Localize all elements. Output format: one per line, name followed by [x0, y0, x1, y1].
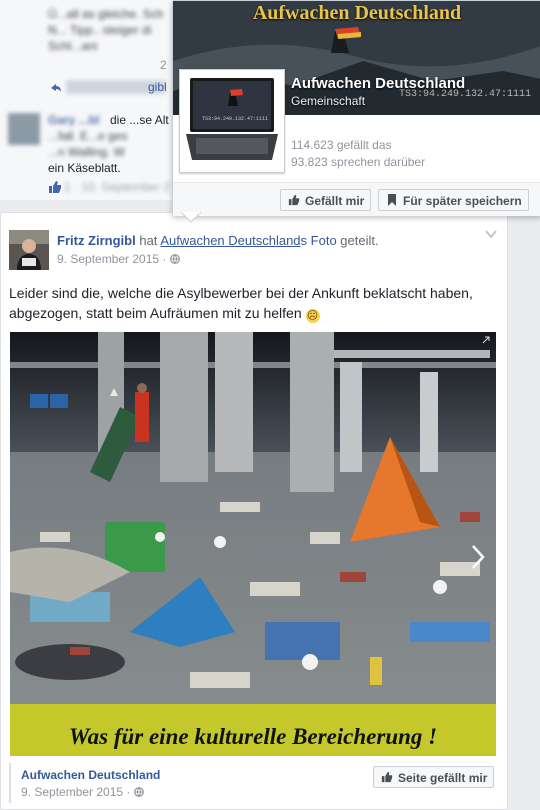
fragment-meta: 2 [160, 58, 167, 72]
thumbs-up-icon [49, 181, 61, 193]
chevron-down-icon[interactable] [485, 229, 497, 239]
post-text: abgezogen, statt beim Aufräumen mit zu h… [9, 305, 302, 321]
post-date[interactable]: 9. September 2015 · [57, 252, 180, 266]
page-profile-picture[interactable]: TS3:94.249.132.47:1111 [179, 69, 285, 173]
post-text-line-2: abgezogen, statt beim Aufräumen mit zu h… [9, 303, 499, 323]
author-name[interactable]: Fritz Zirngibl [57, 233, 136, 248]
reply-arrow-icon [51, 84, 61, 92]
talking-count: 93.823 sprechen darüber [291, 155, 426, 169]
fragment-text-line: Schl...ani [48, 39, 98, 53]
post-body: Leider sind die, welche die Asylbewerber… [9, 283, 499, 323]
thumbs-up-icon [381, 771, 393, 783]
shared-page-name[interactable]: Aufwachen Deutschland [21, 768, 160, 782]
station-scene-image [10, 332, 496, 756]
expand-icon[interactable] [482, 336, 490, 344]
author-avatar[interactable] [9, 230, 49, 270]
globe-icon [169, 254, 180, 264]
comment-text-line: ...n Walling. W [48, 145, 125, 159]
photo-link[interactable]: Foto [311, 233, 337, 248]
post-text-line: Leider sind die, welche die Asylbewerber… [9, 285, 473, 301]
post-photo[interactable]: Was für eine kulturelle Bereicherung ! [10, 332, 496, 756]
page-like-label: Seite gefällt mir [398, 771, 488, 785]
like-page-button[interactable]: Gefällt mir [280, 189, 372, 211]
author-photo [9, 230, 49, 270]
save-for-later-button[interactable]: Für später speichern [378, 189, 529, 211]
thumbs-up-icon [288, 194, 300, 206]
post-header: Fritz Zirngibl hat Aufwachen Deutschland… [57, 233, 379, 248]
page-hover-card: Aufwachen Deutschland TS3:94.249.132.47:… [172, 0, 540, 216]
page-like-button[interactable]: Seite gefällt mir [373, 766, 495, 788]
sad-emoji-icon: ☹ [305, 309, 320, 323]
post-date-text: 9. September 2015 · [57, 252, 167, 266]
hover-page-name[interactable]: Aufwachen Deutschland [291, 75, 465, 92]
header-verb: hat [139, 233, 158, 248]
comment-text-line: ...fall. E...e ges [48, 129, 128, 143]
likes-count: 114.623 gefällt das [291, 138, 392, 152]
comment-avatar[interactable] [8, 113, 40, 145]
globe-icon [133, 787, 144, 797]
shared-date[interactable]: 9. September 2015 · [21, 785, 144, 799]
photo-caption: Was für eine kulturelle Bereicherung ! [68, 724, 438, 749]
hover-page-category: Gemeinschaft [291, 94, 366, 108]
shared-divider [9, 763, 11, 803]
next-arrow-icon[interactable] [470, 544, 486, 570]
comment-text-line: ein Käseblatt. [48, 161, 121, 175]
hover-action-bar: Gefällt mir Für später speichern [173, 182, 540, 216]
cover-title: Aufwachen Deutschland [252, 2, 462, 24]
shared-date-text: 9. September 2015 · [21, 785, 131, 799]
feed-post: Fritz Zirngibl hat Aufwachen Deutschland… [0, 212, 508, 810]
comment-meta: 1 · 10. September 2 [64, 180, 171, 194]
save-for-later-label: Für später speichern [403, 194, 522, 208]
pic-server-text: TS3:94.249.132.47:1111 [202, 116, 269, 122]
possessive-s: s [300, 233, 308, 248]
hover-card-pointer [181, 212, 201, 223]
bookmark-icon [388, 194, 396, 206]
like-page-label: Gefällt mir [305, 194, 365, 208]
fragment-text-line: N... Tipp.. steiger di [48, 23, 152, 37]
page-link[interactable]: Aufwachen Deutschland [160, 233, 300, 248]
fragment-link[interactable]: gibl [148, 80, 167, 94]
comment-text-line: die ...se Alt [110, 113, 169, 127]
header-verb-2: geteilt. [340, 233, 379, 248]
fragment-text-line: Ü...all as gleiche. Sch [48, 7, 164, 21]
comment-author[interactable]: Gary ...bl [48, 112, 99, 128]
